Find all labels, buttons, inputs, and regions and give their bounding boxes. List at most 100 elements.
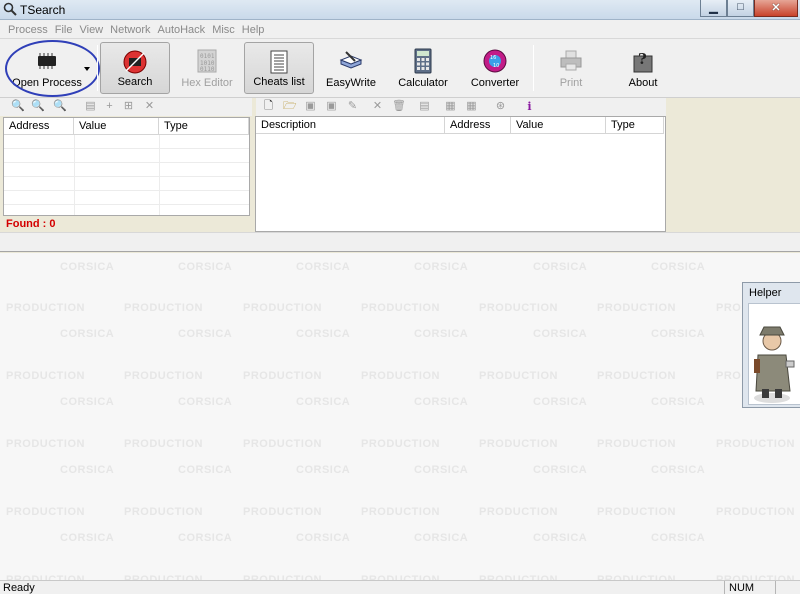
- svg-text:0101: 0101: [200, 53, 215, 60]
- converter-button[interactable]: 16 10 Converter: [464, 42, 526, 94]
- column-header-type[interactable]: Type: [606, 117, 664, 134]
- pane-splitter[interactable]: [0, 232, 800, 252]
- watermark-text: PRODUCTION: [597, 438, 676, 450]
- watermark-text: CORSICA: [296, 328, 351, 340]
- hex-editor-button[interactable]: 0101 1010 0110 Hex Editor: [174, 42, 240, 94]
- menu-autohack[interactable]: AutoHack: [155, 20, 210, 38]
- table-row: [4, 191, 249, 205]
- chip-icon: [38, 53, 56, 69]
- svg-text:0110: 0110: [200, 66, 215, 73]
- maximize-icon: □: [737, 1, 744, 13]
- watermark-text: CORSICA: [414, 464, 469, 476]
- status-bar: Ready NUM: [0, 580, 800, 594]
- results-table[interactable]: Address Value Type: [3, 117, 250, 216]
- cheats-list-label: Cheats list: [253, 76, 305, 88]
- watermark-text: CORSICA: [651, 532, 706, 544]
- close-button[interactable]: ✕: [754, 0, 798, 17]
- about-label: About: [628, 77, 658, 89]
- menu-network[interactable]: Network: [108, 20, 155, 38]
- svg-text:?: ?: [638, 50, 647, 68]
- about-button[interactable]: ? About: [612, 42, 674, 94]
- easywrite-button[interactable]: EasyWrite: [320, 42, 382, 94]
- add-to-list-icon[interactable]: ⊞: [122, 100, 135, 113]
- watermark-text: CORSICA: [178, 328, 233, 340]
- watermark-text: PRODUCTION: [6, 302, 85, 314]
- watermark-text: CORSICA: [533, 532, 588, 544]
- question-box-icon: ?: [633, 50, 653, 73]
- hex-editor-icon: 0101 1010 0110: [197, 49, 217, 73]
- helper-title: Helper: [749, 287, 782, 299]
- watermark-text: PRODUCTION: [716, 438, 795, 450]
- easywrite-label: EasyWrite: [326, 77, 376, 89]
- converter-label: Converter: [470, 77, 520, 89]
- window-title: TSearch: [20, 3, 66, 17]
- watermark-text: PRODUCTION: [361, 302, 440, 314]
- trash-icon[interactable]: 🗑: [392, 100, 406, 113]
- watermark-text: PRODUCTION: [479, 438, 558, 450]
- open-process-dropdown-arrow-icon[interactable]: [84, 67, 90, 71]
- watermark-text: CORSICA: [533, 328, 588, 340]
- menu-process[interactable]: Process: [6, 20, 53, 38]
- delete-icon[interactable]: ✕: [143, 100, 156, 113]
- column-header-type[interactable]: Type: [159, 118, 249, 135]
- cheats-table[interactable]: Description Address Value Type: [255, 116, 666, 232]
- maximize-button[interactable]: □: [727, 0, 754, 17]
- open-process-button[interactable]: Open Process: [8, 42, 86, 94]
- minimize-icon: ▁: [709, 2, 718, 14]
- menu-bar: Process File View Network AutoHack Misc …: [0, 20, 800, 39]
- watermark-text: CORSICA: [414, 328, 469, 340]
- menu-view[interactable]: View: [77, 20, 108, 38]
- save-as-icon[interactable]: ▣: [325, 100, 338, 113]
- open-folder-icon[interactable]: 🗁: [283, 100, 297, 113]
- menu-file[interactable]: File: [53, 20, 78, 38]
- watermark-text: CORSICA: [533, 261, 588, 273]
- chip-small-icon[interactable]: ▦: [444, 100, 457, 113]
- watermark-text: PRODUCTION: [124, 438, 203, 450]
- column-header-value[interactable]: Value: [74, 118, 159, 135]
- watermark-text: CORSICA: [651, 396, 706, 408]
- edit-icon[interactable]: ✎: [346, 100, 359, 113]
- minimize-button[interactable]: ▁: [700, 0, 727, 17]
- workspace-area: CORSICA CORSICA CORSICA CORSICA CORSICA CORSI…: [0, 253, 800, 580]
- watermark-text: PRODUCTION: [6, 438, 85, 450]
- zoom-in-icon[interactable]: 🔍: [11, 100, 25, 113]
- column-header-address[interactable]: Address: [4, 118, 74, 135]
- delete-icon[interactable]: ✕: [371, 100, 384, 113]
- add-icon[interactable]: +: [103, 100, 116, 113]
- info-icon[interactable]: i: [523, 100, 536, 113]
- zoom-next-icon[interactable]: 🔍: [31, 100, 45, 113]
- book-pen-icon: [339, 51, 363, 69]
- toolbar-separator: [533, 45, 534, 91]
- table-row: [4, 135, 249, 149]
- watermark-text: CORSICA: [60, 532, 115, 544]
- zoom-filter-icon[interactable]: 🔍: [53, 100, 67, 113]
- new-file-icon[interactable]: 🗋: [262, 100, 275, 113]
- watermark-text: PRODUCTION: [243, 506, 322, 518]
- column-header-description[interactable]: Description: [256, 117, 445, 134]
- helper-window[interactable]: Helper: [742, 282, 800, 408]
- helper-body: [748, 303, 800, 405]
- watermark-text: CORSICA: [60, 261, 115, 273]
- magnifier-app-icon: [3, 2, 17, 16]
- calculator-button[interactable]: Calculator: [392, 42, 454, 94]
- watermark-text: CORSICA: [296, 464, 351, 476]
- copy-icon[interactable]: ▤: [84, 100, 97, 113]
- chip-small-icon-2[interactable]: ▦: [465, 100, 478, 113]
- watermark-text: PRODUCTION: [479, 370, 558, 382]
- menu-misc[interactable]: Misc: [210, 20, 240, 38]
- save-icon[interactable]: ▣: [304, 100, 317, 113]
- watermark-text: PRODUCTION: [597, 370, 676, 382]
- column-header-value[interactable]: Value: [511, 117, 606, 134]
- print-label: Print: [559, 77, 583, 89]
- network-icon[interactable]: ⊛: [494, 100, 507, 113]
- print-button[interactable]: Print: [540, 42, 602, 94]
- column-header-address[interactable]: Address: [445, 117, 511, 134]
- document-icon[interactable]: ▤: [418, 100, 431, 113]
- cheats-list-button[interactable]: Cheats list: [244, 42, 314, 94]
- watermark-text: PRODUCTION: [479, 506, 558, 518]
- open-process-label: Open Process: [12, 77, 82, 89]
- search-chip-icon: [123, 50, 147, 74]
- menu-help[interactable]: Help: [240, 20, 270, 38]
- search-button[interactable]: Search: [100, 42, 170, 94]
- status-text: Ready: [3, 582, 35, 594]
